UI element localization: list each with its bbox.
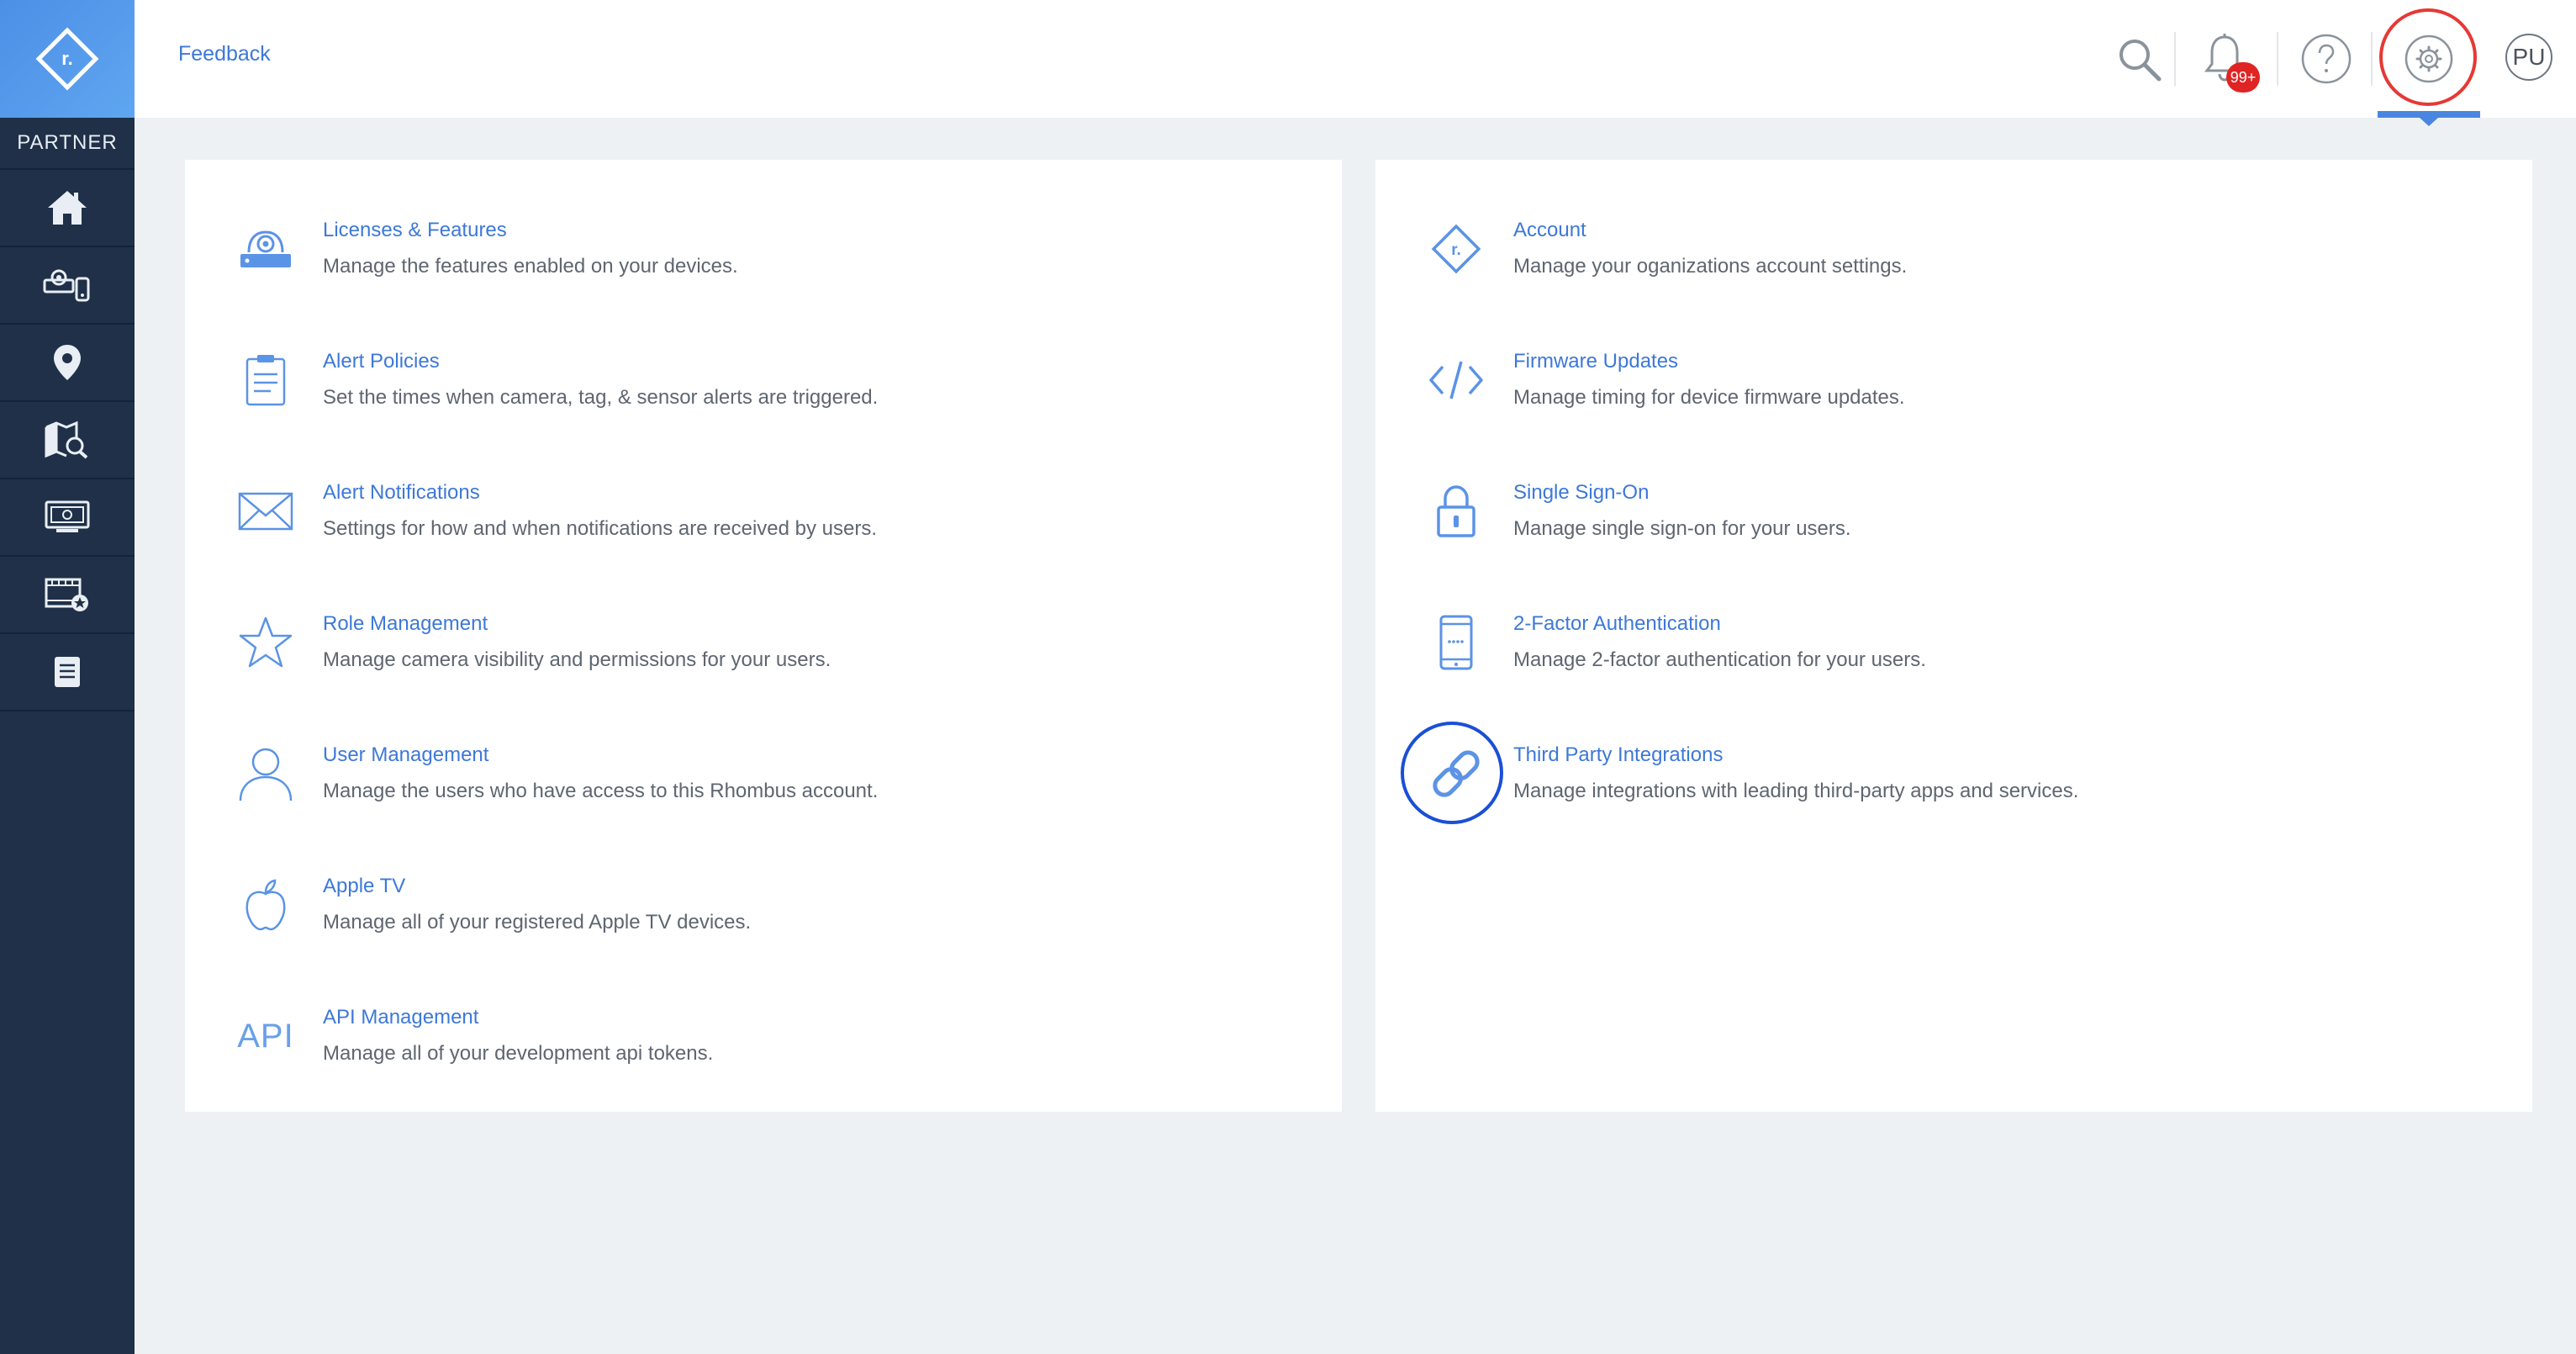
settings-item-firmware-updates[interactable]: Firmware Updates Manage timing for devic… [1375,338,2532,431]
item-title[interactable]: Alert Policies [323,350,440,373]
svg-text:r.: r. [61,48,72,69]
sidebar: r. PARTNER [0,0,135,1354]
rhombus-logo-icon: r. [1417,207,1495,291]
svg-text:r.: r. [1451,241,1461,259]
location-pin-icon [54,345,81,380]
nav-home[interactable] [0,170,135,247]
settings-item-user-management[interactable]: User Management Manage the users who hav… [185,732,1342,824]
settings-item-alert-policies[interactable]: Alert Policies Set the times when camera… [185,338,1342,431]
rhombus-logo-icon: r. [35,27,99,91]
item-title[interactable]: 2-Factor Authentication [1513,612,1721,636]
nav-console[interactable] [0,479,135,557]
map-search-icon [45,420,88,459]
help-icon [2301,34,2352,84]
settings-item-alert-notifications[interactable]: Alert Notifications Settings for how and… [185,469,1342,562]
item-description: Manage single sign-on for your users. [1513,517,1851,540]
help-button[interactable] [2293,25,2360,93]
settings-card-right: r. Account Manage your oganizations acco… [1375,160,2532,1112]
user-avatar[interactable]: PU [2505,34,2552,81]
item-description: Manage all of your registered Apple TV d… [323,911,752,934]
item-description: Settings for how and when notifications … [323,517,878,540]
nav-video-wall[interactable] [0,557,135,634]
rhombus-logo[interactable]: r. [0,0,135,118]
clipboard-icon [227,338,304,422]
monitor-icon [45,500,90,532]
link-icon [1417,732,1495,816]
settings-card-left: Licenses & Features Manage the features … [185,160,1342,1112]
item-title[interactable]: Account [1513,219,1586,242]
item-description: Manage camera visibility and permissions… [323,648,831,671]
apple-icon [227,863,304,947]
nav-locations[interactable] [0,325,135,402]
star-icon [227,600,304,685]
settings-item-account[interactable]: r. Account Manage your oganizations acco… [1375,207,2532,299]
api-icon-text: API [237,1017,294,1055]
nav-devices[interactable] [0,247,135,325]
user-icon [227,732,304,816]
item-description: Manage all of your development api token… [323,1042,714,1065]
lock-icon [1417,469,1495,553]
active-tab-indicator [2378,111,2480,118]
item-title[interactable]: Alert Notifications [323,481,480,505]
settings-item-licenses[interactable]: Licenses & Features Manage the features … [185,207,1342,299]
item-title[interactable]: API Management [323,1006,478,1029]
search-button[interactable] [2105,25,2172,93]
item-description: Manage timing for device firmware update… [1513,386,1905,409]
settings-item-two-factor[interactable]: 2-Factor Authentication Manage 2-factor … [1375,600,2532,693]
home-icon [48,191,87,225]
item-description: Manage integrations with leading third-p… [1513,780,2079,802]
settings-highlight-ring [2379,8,2477,106]
item-description: Set the times when camera, tag, & sensor… [323,386,879,409]
api-icon: API [227,994,304,1078]
nav-map-search[interactable] [0,402,135,479]
document-icon [55,657,80,687]
settings-item-apple-tv[interactable]: Apple TV Manage all of your registered A… [185,863,1342,955]
search-icon [2119,40,2162,82]
code-icon [1417,338,1495,422]
item-title[interactable]: Firmware Updates [1513,350,1678,373]
item-title[interactable]: Single Sign-On [1513,481,1649,505]
camera-device-icon [227,207,304,291]
settings-item-api-management[interactable]: API API Management Manage all of your de… [185,994,1342,1087]
item-description: Manage 2-factor authentication for your … [1513,648,1926,671]
partner-label: PARTNER [0,118,135,170]
item-description: Manage the users who have access to this… [323,780,879,802]
item-title[interactable]: Licenses & Features [323,219,507,242]
envelope-icon [227,469,304,553]
divider [2371,32,2373,86]
settings-item-single-sign-on[interactable]: Single Sign-On Manage single sign-on for… [1375,469,2532,562]
divider [2174,32,2176,86]
video-star-icon [45,578,88,611]
divider [2277,32,2278,86]
settings-item-role-management[interactable]: Role Management Manage camera visibility… [185,600,1342,693]
phone-icon [1417,600,1495,685]
item-title[interactable]: Third Party Integrations [1513,743,1723,767]
item-description: Manage the features enabled on your devi… [323,255,738,278]
item-description: Manage your oganizations account setting… [1513,255,1908,278]
nav-reports[interactable] [0,634,135,711]
item-title[interactable]: User Management [323,743,488,767]
devices-icon [43,269,90,302]
item-title[interactable]: Role Management [323,612,488,636]
feedback-link[interactable]: Feedback [178,42,271,66]
notification-badge: 99+ [2226,62,2260,93]
settings-item-third-party-integrations[interactable]: Third Party Integrations Manage integrat… [1375,722,2532,824]
item-title[interactable]: Apple TV [323,875,405,898]
active-tab-caret [2420,118,2438,126]
